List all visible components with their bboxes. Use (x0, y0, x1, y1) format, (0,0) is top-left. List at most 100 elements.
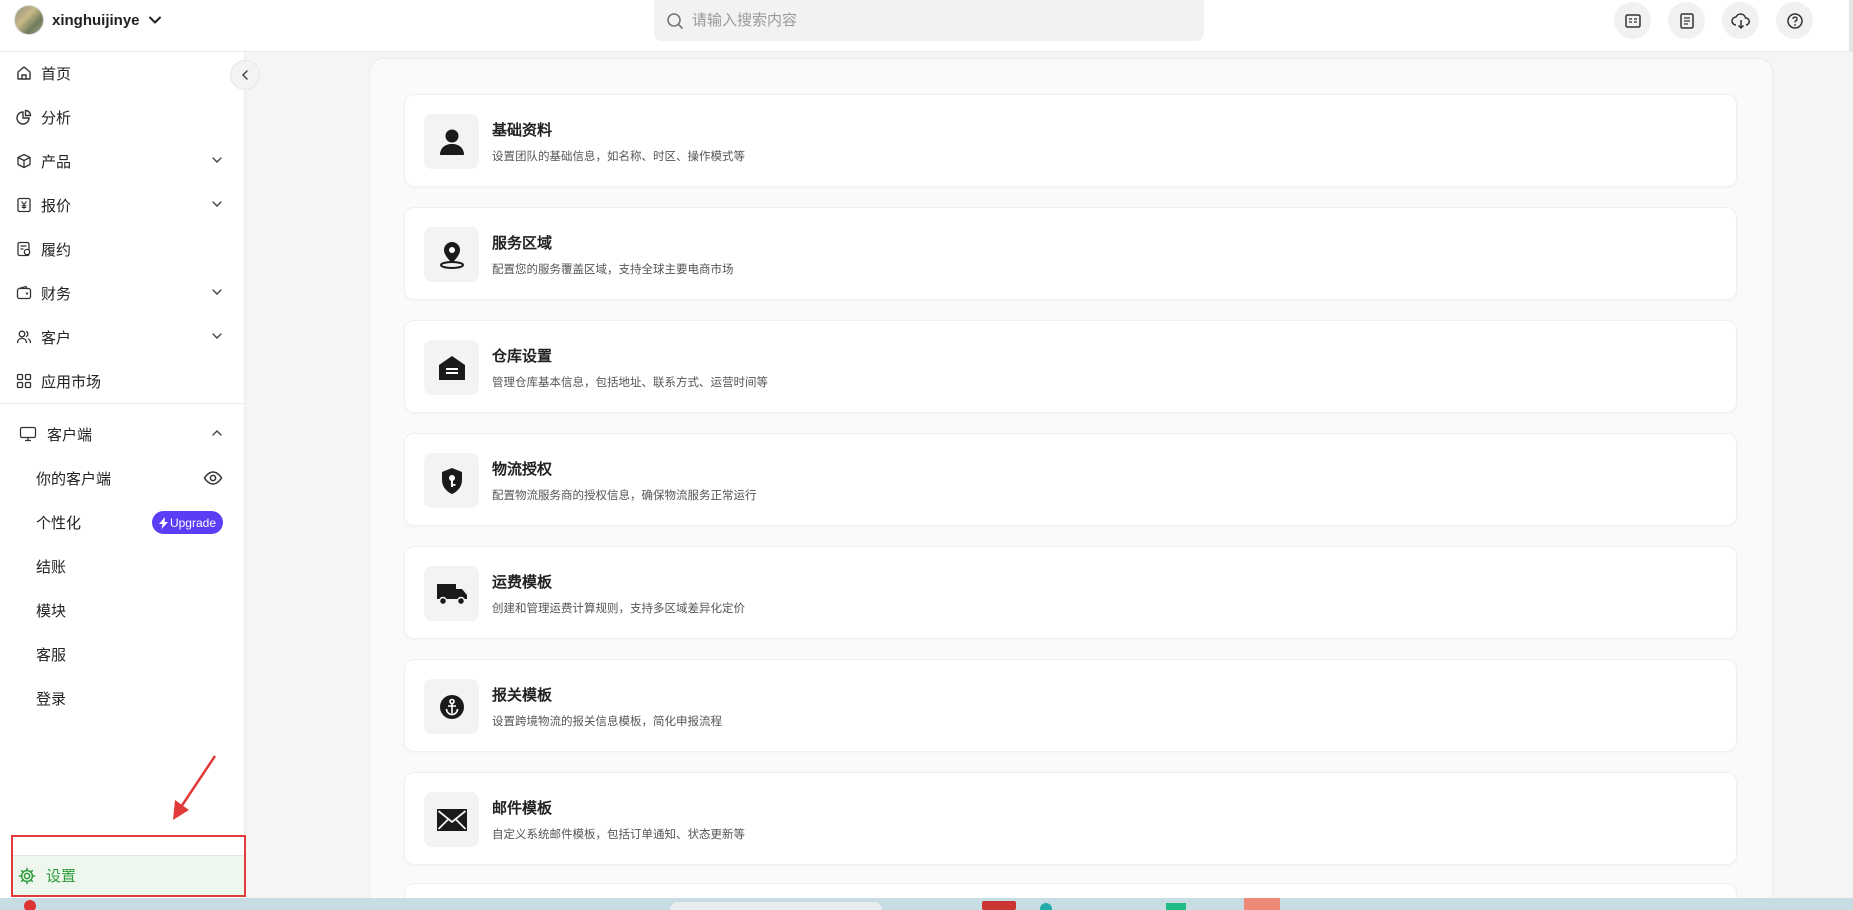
sidebar-divider (0, 403, 245, 404)
card-description: 配置您的服务覆盖区域，支持全球主要电商市场 (492, 264, 734, 276)
sidebar-subitem-checkout[interactable]: 结账 (0, 548, 245, 584)
sidebar-item-home[interactable]: 首页 (0, 55, 245, 91)
help-button[interactable] (1776, 2, 1813, 39)
sidebar-item-label: 履约 (41, 241, 72, 259)
report-button[interactable] (1614, 2, 1651, 39)
sidebar-item-label: 财务 (41, 285, 72, 303)
upgrade-badge[interactable]: Upgrade (151, 511, 223, 534)
sidebar-subitem-modules[interactable]: 模块 (0, 592, 245, 628)
sidebar-item-quotes[interactable]: 报价 (0, 187, 245, 223)
sidebar-item-customers[interactable]: 客户 (0, 319, 245, 355)
settings-card-shipping-template[interactable]: 运费模板 创建和管理运费计算规则，支持多区域差异化定价 (404, 546, 1737, 639)
eye-icon[interactable] (203, 469, 223, 487)
annotation-highlight-box (11, 835, 246, 897)
box-icon (15, 152, 33, 170)
card-title: 仓库设置 (492, 348, 553, 365)
sidebar-subitem-label: 结账 (36, 558, 67, 576)
sidebar-item-app-market[interactable]: 应用市场 (0, 363, 245, 399)
lightning-icon (158, 516, 168, 529)
notification-badge (24, 900, 36, 910)
team-switcher[interactable]: xinghuijinye (14, 5, 162, 35)
sidebar-item-label: 首页 (41, 65, 72, 83)
taskbar-app-icon[interactable] (1244, 898, 1280, 910)
card-description: 设置团队的基础信息，如名称、时区、操作模式等 (492, 151, 745, 163)
sidebar-item-products[interactable]: 产品 (0, 143, 245, 179)
truck-icon (424, 566, 479, 621)
sidebar-item-label: 应用市场 (41, 373, 102, 391)
warehouse-icon (424, 340, 479, 395)
sidebar-subitem-support[interactable]: 客服 (0, 636, 245, 672)
taskbar-app-icon[interactable] (1166, 903, 1186, 910)
upgrade-label: Upgrade (169, 515, 216, 530)
cloud-download-button[interactable] (1722, 2, 1759, 39)
settings-card-basic-info[interactable]: 基础资料 设置团队的基础信息，如名称、时区、操作模式等 (404, 94, 1737, 187)
taskbar-app-icon[interactable] (982, 901, 1016, 910)
sidebar-subitem-label: 你的客户端 (36, 470, 112, 488)
team-name: xinghuijinye (52, 11, 140, 29)
chevron-down-icon (148, 16, 161, 24)
wallet-icon (15, 284, 33, 302)
settings-card-service-area[interactable]: 服务区域 配置您的服务覆盖区域，支持全球主要电商市场 (404, 207, 1737, 300)
help-icon (1786, 12, 1803, 29)
sidebar-item-label: 分析 (41, 109, 72, 127)
scrollbar-stub (1849, 0, 1853, 52)
chevron-down-icon (212, 201, 222, 207)
annotation-arrow-icon (173, 755, 217, 820)
sidebar-item-label: 客户端 (47, 426, 93, 444)
card-title: 服务区域 (492, 235, 553, 252)
taskbar-app-icon[interactable] (1040, 903, 1052, 910)
sidebar-item-label: 报价 (41, 197, 72, 215)
chevron-down-icon (212, 333, 222, 339)
cloud-download-icon (1730, 12, 1750, 29)
sidebar-subitem-label: 客服 (36, 646, 67, 664)
users-icon (15, 328, 33, 346)
yuan-icon (15, 196, 33, 214)
user-icon (424, 114, 479, 169)
card-title: 物流授权 (492, 461, 553, 478)
document-button[interactable] (1668, 2, 1705, 39)
search-icon (667, 12, 683, 29)
card-title: 基础资料 (492, 122, 553, 139)
search-bar (654, 0, 1204, 41)
sidebar-item-fulfillment[interactable]: 履约 (0, 231, 245, 267)
settings-card-partial (404, 883, 1737, 898)
card-description: 设置跨境物流的报关信息模板，简化申报流程 (492, 716, 722, 728)
card-description: 创建和管理运费计算规则，支持多区域差异化定价 (492, 603, 745, 615)
settings-card-warehouse[interactable]: 仓库设置 管理仓库基本信息，包括地址、联系方式、运营时间等 (404, 320, 1737, 413)
sidebar-subitem-label: 个性化 (36, 514, 82, 532)
shield-key-icon (424, 453, 479, 508)
settings-card-logistics-auth[interactable]: 物流授权 配置物流服务商的授权信息，确保物流服务正常运行 (404, 433, 1737, 526)
avatar (14, 5, 44, 35)
taskbar-search[interactable] (670, 902, 882, 910)
settings-card-email-template[interactable]: 邮件模板 自定义系统邮件模板，包括订单通知、状态更新等 (404, 772, 1737, 865)
search-input[interactable] (692, 12, 1172, 29)
fulfill-icon (15, 240, 33, 258)
card-title: 邮件模板 (492, 800, 553, 817)
card-title: 报关模板 (492, 687, 553, 704)
sidebar-item-client[interactable]: 客户端 (0, 416, 245, 452)
chevron-left-icon (241, 70, 248, 80)
card-description: 配置物流服务商的授权信息，确保物流服务正常运行 (492, 490, 757, 502)
apps-icon (15, 372, 33, 390)
sidebar-collapse-button[interactable] (230, 60, 260, 90)
monitor-icon (19, 425, 37, 443)
card-description: 自定义系统邮件模板，包括订单通知、状态更新等 (492, 829, 745, 841)
location-icon (424, 227, 479, 282)
home-icon (15, 64, 33, 82)
document-icon (1679, 12, 1694, 29)
sidebar-subitem-label: 模块 (36, 602, 67, 620)
sidebar-item-finance[interactable]: 财务 (0, 275, 245, 311)
sidebar-subitem-login[interactable]: 登录 (0, 680, 245, 716)
card-title: 运费模板 (492, 574, 553, 591)
chart-pie-icon (15, 108, 33, 126)
sidebar-subitem-label: 登录 (36, 690, 67, 708)
report-icon (1624, 13, 1641, 28)
mail-icon (424, 792, 479, 847)
sidebar-subitem-personalize[interactable]: 个性化 Upgrade (0, 504, 245, 540)
sidebar-item-analytics[interactable]: 分析 (0, 99, 245, 135)
chevron-down-icon (212, 289, 222, 295)
sidebar-item-label: 客户 (41, 329, 72, 347)
settings-card-customs-template[interactable]: 报关模板 设置跨境物流的报关信息模板，简化申报流程 (404, 659, 1737, 752)
anchor-icon (424, 679, 479, 734)
sidebar-subitem-your-client[interactable]: 你的客户端 (0, 460, 245, 496)
